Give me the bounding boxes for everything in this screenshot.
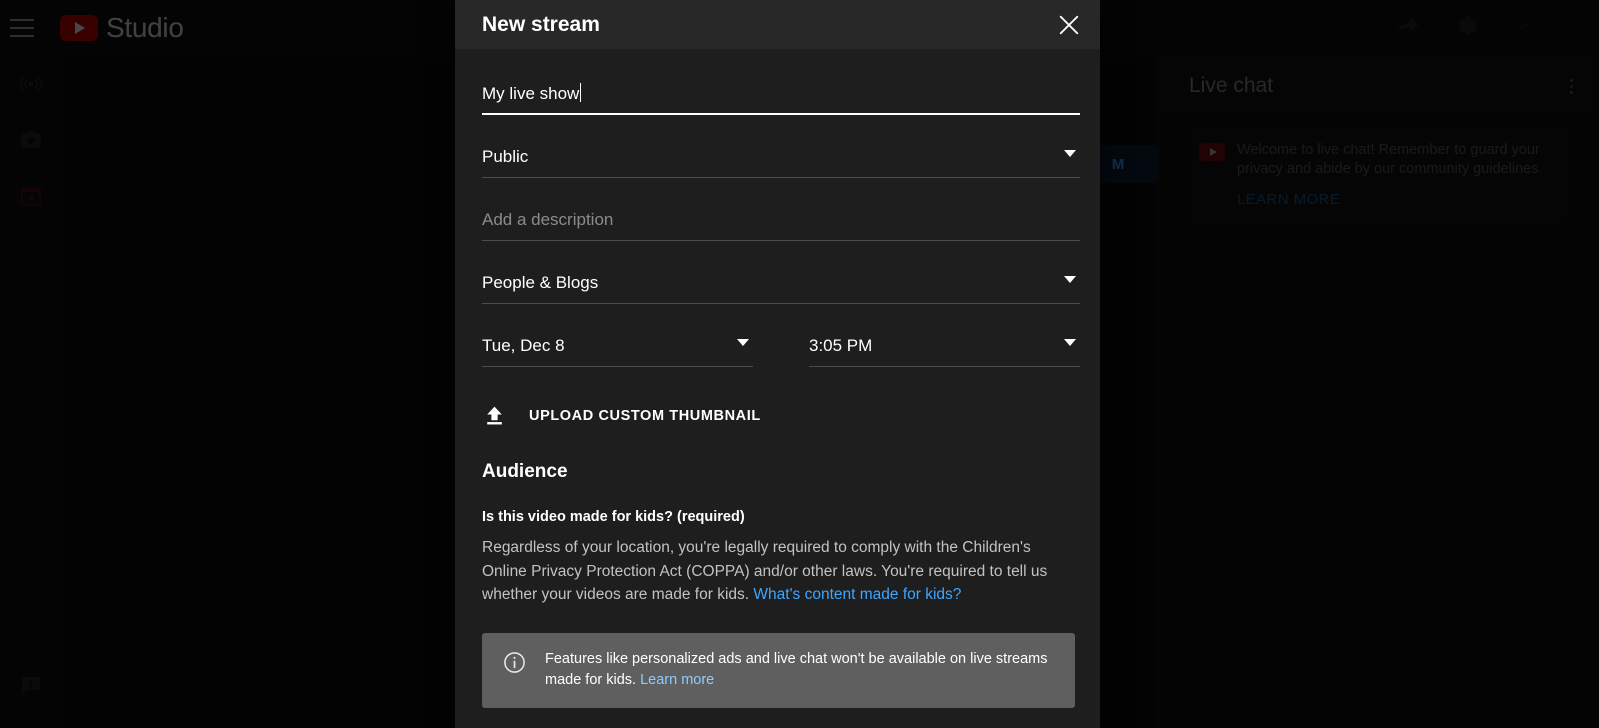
- chevron-down-icon: [737, 339, 749, 346]
- new-stream-dialog: New stream My live show Public Add a des…: [455, 0, 1100, 728]
- info-icon: [502, 650, 527, 675]
- upload-thumbnail-label: UPLOAD CUSTOM THUMBNAIL: [529, 408, 761, 424]
- info-banner-text: Features like personalized ads and live …: [545, 649, 1057, 691]
- schedule-time-value: 3:05 PM: [809, 335, 1080, 357]
- schedule-date-select[interactable]: Tue, Dec 8: [482, 315, 753, 367]
- chevron-down-icon: [1064, 339, 1076, 346]
- upload-thumbnail-button[interactable]: UPLOAD CUSTOM THUMBNAIL: [482, 403, 1080, 428]
- audience-heading: Audience: [482, 461, 1080, 483]
- schedule-date-value: Tue, Dec 8: [482, 335, 753, 357]
- description-placeholder: Add a description: [482, 209, 1080, 231]
- banner-learn-more-link[interactable]: Learn more: [640, 672, 714, 688]
- description-input[interactable]: Add a description: [482, 189, 1080, 241]
- dialog-header: New stream: [455, 0, 1100, 49]
- category-select[interactable]: People & Blogs: [482, 252, 1080, 304]
- chevron-down-icon: [1064, 276, 1076, 283]
- text-caret: [580, 83, 581, 102]
- upload-icon: [482, 403, 507, 428]
- made-for-kids-question: Is this video made for kids? (required): [482, 509, 1080, 525]
- visibility-select[interactable]: Public: [482, 126, 1080, 178]
- chevron-down-icon: [1064, 150, 1076, 157]
- category-value: People & Blogs: [482, 272, 1080, 294]
- stream-title-input[interactable]: My live show: [482, 63, 1080, 115]
- schedule-time-select[interactable]: 3:05 PM: [809, 315, 1080, 367]
- dialog-title: New stream: [482, 13, 1052, 37]
- dialog-body[interactable]: My live show Public Add a description Pe…: [455, 49, 1100, 728]
- schedule-datetime-row: Tue, Dec 8 3:05 PM: [482, 315, 1080, 367]
- stream-title-value: My live show: [482, 84, 579, 103]
- visibility-value: Public: [482, 146, 1080, 168]
- info-banner-message: Features like personalized ads and live …: [545, 651, 1048, 688]
- close-icon[interactable]: [1052, 8, 1086, 42]
- info-banner: Features like personalized ads and live …: [482, 633, 1075, 708]
- made-for-kids-description: Regardless of your location, you're lega…: [482, 536, 1070, 607]
- whats-content-made-for-kids-link[interactable]: What's content made for kids?: [753, 586, 961, 603]
